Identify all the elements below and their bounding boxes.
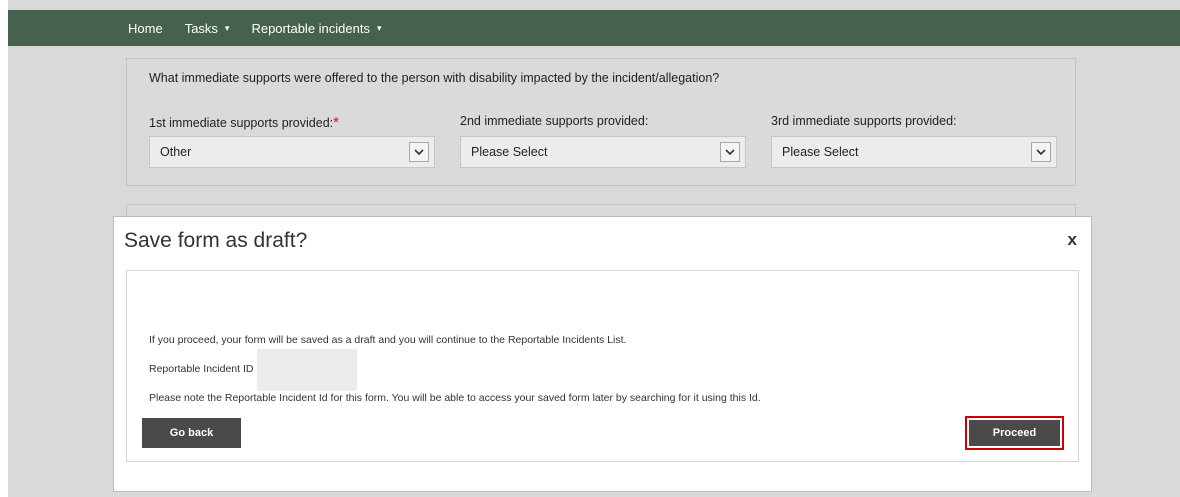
support-select-3-value: Please Select (782, 145, 859, 159)
nav-reportable-incidents[interactable]: Reportable incidents ▾ (251, 21, 381, 36)
caret-down-icon: ▾ (376, 22, 382, 33)
required-marker: * (333, 114, 339, 131)
field-label-1-text: 1st immediate supports provided: (149, 116, 334, 130)
redacted-incident-id (257, 349, 357, 391)
proceed-button[interactable]: Proceed (965, 416, 1064, 450)
support-select-1-value: Other (160, 145, 192, 159)
nav-reportable-label: Reportable incidents (251, 20, 370, 36)
go-back-button[interactable]: Go back (142, 418, 241, 448)
chevron-down-icon (1031, 142, 1051, 162)
top-navbar: Home Tasks ▾ Reportable incidents ▾ (8, 10, 1180, 46)
field-label-3: 3rd immediate supports provided: (771, 114, 957, 128)
incident-id-note: Please note the Reportable Incident Id f… (149, 392, 761, 404)
support-select-1[interactable]: Other (149, 136, 435, 168)
field-label-1: 1st immediate supports provided:* (149, 114, 339, 131)
save-draft-modal: Save form as draft? x If you proceed, yo… (113, 216, 1092, 492)
support-select-3[interactable]: Please Select (771, 136, 1057, 168)
modal-body: If you proceed, your form will be saved … (126, 270, 1079, 462)
close-icon[interactable]: x (1068, 230, 1077, 250)
supports-question: What immediate supports were offered to … (149, 71, 720, 85)
nav-tasks-label: Tasks (184, 20, 218, 36)
caret-down-icon: ▾ (224, 22, 230, 33)
chevron-down-icon (720, 142, 740, 162)
nav-tasks[interactable]: Tasks ▾ (185, 21, 230, 36)
nav-home[interactable]: Home (128, 21, 163, 36)
chevron-down-icon (409, 142, 429, 162)
immediate-supports-panel: What immediate supports were offered to … (126, 58, 1076, 186)
next-panel-edge (126, 204, 1076, 216)
modal-title: Save form as draft? (124, 229, 308, 252)
support-select-2-value: Please Select (471, 145, 548, 159)
incident-id-label: Reportable Incident ID (149, 363, 254, 375)
nav-home-label: Home (128, 20, 163, 36)
support-select-2[interactable]: Please Select (460, 136, 746, 168)
field-label-2: 2nd immediate supports provided: (460, 114, 649, 128)
draft-message: If you proceed, your form will be saved … (149, 334, 627, 346)
